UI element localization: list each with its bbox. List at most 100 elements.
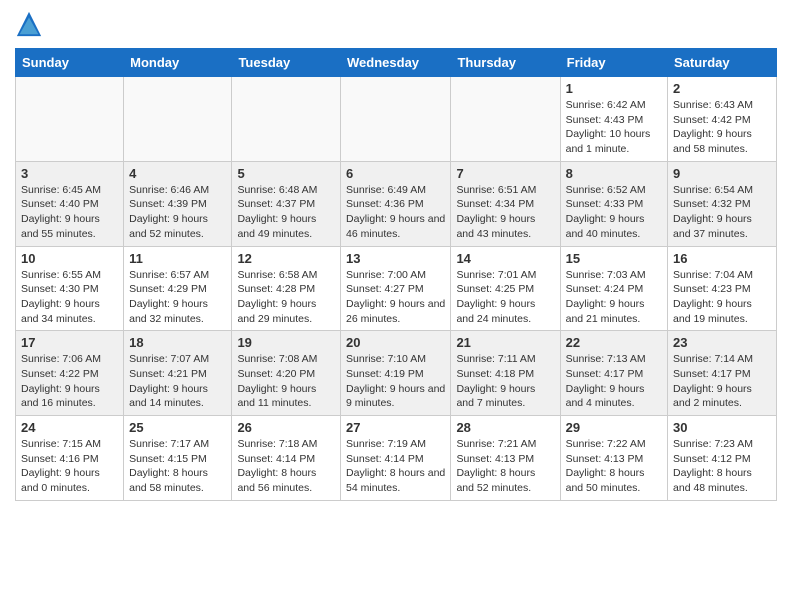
day-info: Sunrise: 6:45 AM Sunset: 4:40 PM Dayligh… (21, 183, 118, 242)
day-number: 20 (346, 335, 445, 350)
calendar-header-tuesday: Tuesday (232, 49, 341, 77)
day-info: Sunrise: 7:08 AM Sunset: 4:20 PM Dayligh… (237, 352, 335, 411)
day-info: Sunrise: 6:54 AM Sunset: 4:32 PM Dayligh… (673, 183, 771, 242)
day-info: Sunrise: 7:10 AM Sunset: 4:19 PM Dayligh… (346, 352, 445, 411)
day-number: 1 (566, 81, 662, 96)
calendar-header-wednesday: Wednesday (341, 49, 451, 77)
day-info: Sunrise: 7:19 AM Sunset: 4:14 PM Dayligh… (346, 437, 445, 496)
day-number: 2 (673, 81, 771, 96)
day-info: Sunrise: 7:22 AM Sunset: 4:13 PM Dayligh… (566, 437, 662, 496)
calendar-week-row: 17 Sunrise: 7:06 AM Sunset: 4:22 PM Dayli… (16, 331, 777, 416)
day-info: Sunrise: 7:18 AM Sunset: 4:14 PM Dayligh… (237, 437, 335, 496)
day-info: Sunrise: 6:43 AM Sunset: 4:42 PM Dayligh… (673, 98, 771, 157)
calendar-week-row: 1 Sunrise: 6:42 AM Sunset: 4:43 PM Daylig… (16, 77, 777, 162)
logo-icon (15, 10, 43, 38)
day-info: Sunrise: 6:46 AM Sunset: 4:39 PM Dayligh… (129, 183, 226, 242)
day-number: 18 (129, 335, 226, 350)
calendar-cell: 22 Sunrise: 7:13 AM Sunset: 4:17 PM Dayli… (560, 331, 667, 416)
logo (15, 10, 47, 38)
day-info: Sunrise: 7:13 AM Sunset: 4:17 PM Dayligh… (566, 352, 662, 411)
calendar-cell: 28 Sunrise: 7:21 AM Sunset: 4:13 PM Dayli… (451, 416, 560, 501)
calendar-cell: 20 Sunrise: 7:10 AM Sunset: 4:19 PM Dayli… (341, 331, 451, 416)
calendar-table: SundayMondayTuesdayWednesdayThursdayFrid… (15, 48, 777, 501)
calendar-header-sunday: Sunday (16, 49, 124, 77)
day-info: Sunrise: 6:42 AM Sunset: 4:43 PM Dayligh… (566, 98, 662, 157)
day-number: 30 (673, 420, 771, 435)
day-number: 28 (456, 420, 554, 435)
day-info: Sunrise: 7:00 AM Sunset: 4:27 PM Dayligh… (346, 268, 445, 327)
day-info: Sunrise: 7:04 AM Sunset: 4:23 PM Dayligh… (673, 268, 771, 327)
day-number: 14 (456, 251, 554, 266)
calendar-cell (124, 77, 232, 162)
day-number: 21 (456, 335, 554, 350)
calendar-cell: 19 Sunrise: 7:08 AM Sunset: 4:20 PM Dayli… (232, 331, 341, 416)
calendar-cell: 21 Sunrise: 7:11 AM Sunset: 4:18 PM Dayli… (451, 331, 560, 416)
calendar-cell (341, 77, 451, 162)
calendar-cell: 25 Sunrise: 7:17 AM Sunset: 4:15 PM Dayli… (124, 416, 232, 501)
calendar-cell: 5 Sunrise: 6:48 AM Sunset: 4:37 PM Daylig… (232, 161, 341, 246)
day-info: Sunrise: 6:55 AM Sunset: 4:30 PM Dayligh… (21, 268, 118, 327)
day-number: 17 (21, 335, 118, 350)
day-number: 27 (346, 420, 445, 435)
calendar-cell: 27 Sunrise: 7:19 AM Sunset: 4:14 PM Dayli… (341, 416, 451, 501)
calendar-cell: 4 Sunrise: 6:46 AM Sunset: 4:39 PM Daylig… (124, 161, 232, 246)
day-number: 15 (566, 251, 662, 266)
day-info: Sunrise: 7:15 AM Sunset: 4:16 PM Dayligh… (21, 437, 118, 496)
calendar-cell: 23 Sunrise: 7:14 AM Sunset: 4:17 PM Dayli… (668, 331, 777, 416)
day-info: Sunrise: 7:03 AM Sunset: 4:24 PM Dayligh… (566, 268, 662, 327)
day-number: 6 (346, 166, 445, 181)
day-number: 4 (129, 166, 226, 181)
calendar-week-row: 10 Sunrise: 6:55 AM Sunset: 4:30 PM Dayli… (16, 246, 777, 331)
day-info: Sunrise: 6:52 AM Sunset: 4:33 PM Dayligh… (566, 183, 662, 242)
day-info: Sunrise: 7:01 AM Sunset: 4:25 PM Dayligh… (456, 268, 554, 327)
day-number: 13 (346, 251, 445, 266)
calendar-cell (16, 77, 124, 162)
day-number: 19 (237, 335, 335, 350)
calendar-cell: 18 Sunrise: 7:07 AM Sunset: 4:21 PM Dayli… (124, 331, 232, 416)
day-info: Sunrise: 6:48 AM Sunset: 4:37 PM Dayligh… (237, 183, 335, 242)
calendar-cell: 6 Sunrise: 6:49 AM Sunset: 4:36 PM Daylig… (341, 161, 451, 246)
day-info: Sunrise: 7:07 AM Sunset: 4:21 PM Dayligh… (129, 352, 226, 411)
day-number: 11 (129, 251, 226, 266)
day-number: 8 (566, 166, 662, 181)
calendar-cell: 24Sunrise: 7:15 AM Sunset: 4:16 PM Dayli… (16, 416, 124, 501)
calendar-cell: 13 Sunrise: 7:00 AM Sunset: 4:27 PM Dayli… (341, 246, 451, 331)
day-number: 25 (129, 420, 226, 435)
calendar-cell: 1 Sunrise: 6:42 AM Sunset: 4:43 PM Daylig… (560, 77, 667, 162)
calendar-cell: 7Sunrise: 6:51 AM Sunset: 4:34 PM Daylig… (451, 161, 560, 246)
calendar-header-saturday: Saturday (668, 49, 777, 77)
day-number: 7 (456, 166, 554, 181)
day-info: Sunrise: 7:06 AM Sunset: 4:22 PM Dayligh… (21, 352, 118, 411)
calendar-cell: 3Sunrise: 6:45 AM Sunset: 4:40 PM Daylig… (16, 161, 124, 246)
calendar-cell: 29 Sunrise: 7:22 AM Sunset: 4:13 PM Dayli… (560, 416, 667, 501)
day-number: 9 (673, 166, 771, 181)
calendar-cell: 17 Sunrise: 7:06 AM Sunset: 4:22 PM Dayli… (16, 331, 124, 416)
calendar-cell: 12Sunrise: 6:58 AM Sunset: 4:28 PM Dayli… (232, 246, 341, 331)
day-number: 5 (237, 166, 335, 181)
calendar-cell: 16 Sunrise: 7:04 AM Sunset: 4:23 PM Dayli… (668, 246, 777, 331)
calendar-cell (451, 77, 560, 162)
day-number: 23 (673, 335, 771, 350)
day-number: 10 (21, 251, 118, 266)
day-number: 22 (566, 335, 662, 350)
page-container: SundayMondayTuesdayWednesdayThursdayFrid… (0, 0, 792, 511)
calendar-cell: 30Sunrise: 7:23 AM Sunset: 4:12 PM Dayli… (668, 416, 777, 501)
calendar-cell: 14 Sunrise: 7:01 AM Sunset: 4:25 PM Dayli… (451, 246, 560, 331)
calendar-header-friday: Friday (560, 49, 667, 77)
calendar-cell: 15 Sunrise: 7:03 AM Sunset: 4:24 PM Dayli… (560, 246, 667, 331)
calendar-cell: 2 Sunrise: 6:43 AM Sunset: 4:42 PM Daylig… (668, 77, 777, 162)
calendar-cell: 9 Sunrise: 6:54 AM Sunset: 4:32 PM Daylig… (668, 161, 777, 246)
day-info: Sunrise: 7:11 AM Sunset: 4:18 PM Dayligh… (456, 352, 554, 411)
calendar-cell: 10 Sunrise: 6:55 AM Sunset: 4:30 PM Dayli… (16, 246, 124, 331)
header (15, 10, 777, 38)
day-number: 16 (673, 251, 771, 266)
calendar-week-row: 24Sunrise: 7:15 AM Sunset: 4:16 PM Dayli… (16, 416, 777, 501)
day-info: Sunrise: 7:14 AM Sunset: 4:17 PM Dayligh… (673, 352, 771, 411)
calendar-cell (232, 77, 341, 162)
calendar-week-row: 3Sunrise: 6:45 AM Sunset: 4:40 PM Daylig… (16, 161, 777, 246)
day-info: Sunrise: 7:21 AM Sunset: 4:13 PM Dayligh… (456, 437, 554, 496)
day-info: Sunrise: 7:17 AM Sunset: 4:15 PM Dayligh… (129, 437, 226, 496)
day-number: 29 (566, 420, 662, 435)
day-info: Sunrise: 6:49 AM Sunset: 4:36 PM Dayligh… (346, 183, 445, 242)
day-number: 26 (237, 420, 335, 435)
